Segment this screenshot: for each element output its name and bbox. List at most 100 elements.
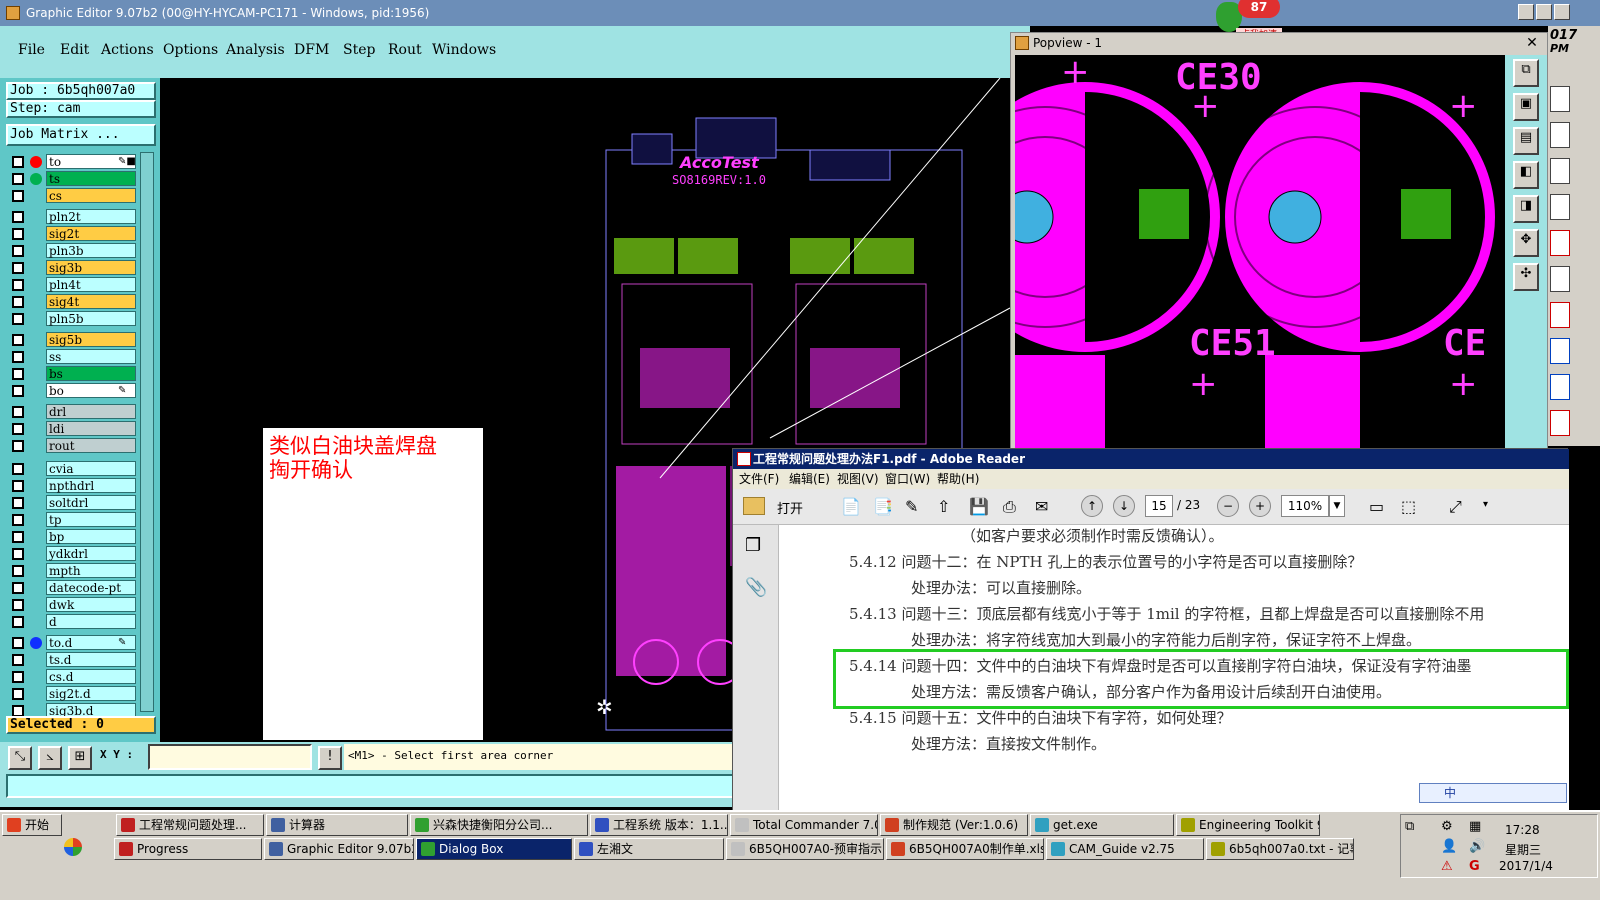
edge-tool-4[interactable] (1550, 194, 1570, 220)
taskbar-button-row2-3[interactable]: 左湘文 (574, 838, 724, 860)
export-icon[interactable]: 📑 (873, 497, 893, 516)
attachment-icon[interactable]: 📎 (745, 577, 767, 598)
document-area[interactable]: （如客户要求必须制作时需反馈确认）。 5.4.12 问题十二：在 NPTH 孔上… (779, 525, 1569, 811)
layer-row-drl[interactable]: drl (10, 404, 136, 420)
pop-tool-7[interactable]: ✣ (1513, 263, 1539, 291)
pop-tool-5[interactable]: ◨ (1513, 195, 1539, 223)
taskbar-button-row2-1[interactable]: Graphic Editor 9.07b2 (0... (264, 838, 414, 860)
print-icon[interactable]: ⎙ (1003, 497, 1016, 517)
layer-checkbox[interactable] (12, 406, 24, 418)
layer-checkbox[interactable] (12, 688, 24, 700)
layer-row-d[interactable]: d (10, 614, 136, 630)
layer-row-bs[interactable]: bs (10, 366, 136, 382)
layer-row-datecode-pt[interactable]: datecode-pt (10, 580, 136, 596)
reader-menu-view[interactable]: 视图(V) (837, 469, 879, 489)
taskbar-button-row2-2[interactable]: Dialog Box (416, 838, 572, 860)
layer-row-rout[interactable]: rout (10, 438, 136, 454)
menu-analysis[interactable]: Analysis (226, 42, 285, 58)
taskbar-button-row2-7[interactable]: 6b5qh007a0.txt - 记事本 (1206, 838, 1354, 860)
job-matrix-button[interactable]: Job Matrix ... (6, 124, 156, 146)
taskbar-button-row1-5[interactable]: 制作规范 (Ver:1.0.6) (880, 814, 1028, 836)
grid-button[interactable]: ⊞ (68, 746, 92, 770)
close-button[interactable] (1554, 4, 1570, 20)
layer-checkbox[interactable] (12, 385, 24, 397)
layer-checkbox[interactable] (12, 654, 24, 666)
maximize-button[interactable] (1536, 4, 1552, 20)
layer-checkbox[interactable] (12, 565, 24, 577)
create-pdf-icon[interactable]: 📄 (841, 497, 861, 516)
fit-width-icon[interactable]: ⬚ (1401, 497, 1416, 516)
edge-tool-9[interactable] (1550, 374, 1570, 400)
taskbar-button-row1-7[interactable]: Engineering Toolkit 9.0... (1176, 814, 1320, 836)
menu-edit[interactable]: Edit (60, 42, 89, 58)
layer-row-sig2t[interactable]: sig2t (10, 226, 136, 242)
layer-checkbox[interactable] (12, 279, 24, 291)
minimize-button[interactable] (1518, 4, 1534, 20)
ime-toolbar[interactable]: 中 (1419, 783, 1567, 803)
layer-checkbox[interactable] (12, 531, 24, 543)
layer-checkbox[interactable] (12, 497, 24, 509)
folder-icon[interactable] (743, 497, 765, 515)
layer-row-ts-d[interactable]: ts.d (10, 652, 136, 668)
layer-checkbox[interactable] (12, 599, 24, 611)
layer-row-tp[interactable]: tp (10, 512, 136, 528)
menu-step[interactable]: Step (343, 42, 375, 58)
tray-icon-2[interactable]: ⚙ (1441, 819, 1453, 834)
layer-row-mpth[interactable]: mpth (10, 563, 136, 579)
pop-tool-3[interactable]: ▤ (1513, 127, 1539, 155)
layer-checkbox[interactable] (12, 211, 24, 223)
layer-checkbox[interactable] (12, 463, 24, 475)
fit-page-icon[interactable]: ▭ (1369, 497, 1384, 516)
menu-rout[interactable]: Rout (388, 42, 422, 58)
page-number-input[interactable]: 15 (1145, 495, 1173, 517)
next-page-button[interactable]: ↓ (1113, 495, 1135, 517)
layer-checkbox[interactable] (12, 351, 24, 363)
pop-tool-1[interactable]: ⧉ (1513, 59, 1539, 87)
layer-checkbox[interactable] (12, 368, 24, 380)
more-tools-icon[interactable]: ▾ (1483, 499, 1488, 510)
menu-options[interactable]: Options (163, 42, 218, 58)
layer-row-ldi[interactable]: ldi (10, 421, 136, 437)
edge-tool-8[interactable] (1550, 338, 1570, 364)
open-button[interactable]: 打开 (777, 498, 803, 517)
edge-tool-5[interactable] (1550, 230, 1570, 256)
layer-checkbox[interactable] (12, 228, 24, 240)
layer-row-sig5b[interactable]: sig5b (10, 332, 136, 348)
layer-row-cvia[interactable]: cvia (10, 461, 136, 477)
clock-time[interactable]: 17:28 (1505, 823, 1540, 837)
layer-checkbox[interactable] (12, 296, 24, 308)
tray-warning-icon[interactable]: ⚠ (1441, 859, 1453, 874)
info-button[interactable]: ! (318, 746, 342, 770)
zoom-dropdown-chevron-down-icon[interactable]: ▼ (1329, 495, 1345, 517)
layer-checkbox[interactable] (12, 480, 24, 492)
taskbar-button-row1-0[interactable]: 工程常规问题处理... (116, 814, 264, 836)
menu-actions[interactable]: Actions (101, 42, 154, 58)
layer-row-to[interactable]: to ✎■ (10, 154, 136, 170)
layer-row-soltdrl[interactable]: soltdrl (10, 495, 136, 511)
menu-dfm[interactable]: DFM (294, 42, 329, 58)
layer-row-ydkdrl[interactable]: ydkdrl (10, 546, 136, 562)
layer-row-ts[interactable]: ts (10, 171, 136, 187)
fullscreen-icon[interactable]: ⤢ (1449, 497, 1462, 517)
edge-tool-1[interactable] (1550, 86, 1570, 112)
menu-windows[interactable]: Windows (432, 42, 496, 58)
layer-checkbox[interactable] (12, 616, 24, 628)
layer-row-npthdrl[interactable]: npthdrl (10, 478, 136, 494)
layer-checkbox[interactable] (12, 173, 24, 185)
layer-checkbox[interactable] (12, 514, 24, 526)
layer-checkbox[interactable] (12, 334, 24, 346)
layer-checkbox[interactable] (12, 423, 24, 435)
pop-tool-4[interactable]: ◧ (1513, 161, 1539, 189)
save-icon[interactable]: 💾 (969, 497, 989, 516)
start-button[interactable]: 开始 (2, 814, 62, 836)
tray-icon-1[interactable]: ⧉ (1405, 819, 1414, 834)
taskbar-button-row1-6[interactable]: get.exe (1030, 814, 1174, 836)
taskbar-button-row1-1[interactable]: 计算器 (266, 814, 408, 836)
layer-checkbox[interactable] (12, 440, 24, 452)
xy-input[interactable] (148, 744, 312, 770)
zoom-in-button[interactable]: + (1249, 495, 1271, 517)
measure-button[interactable]: ⦣ (38, 746, 62, 770)
sign-icon[interactable]: ✎ (905, 497, 918, 516)
layer-row-pln4t[interactable]: pln4t (10, 277, 136, 293)
taskbar-button-row1-2[interactable]: 兴森快捷衡阳分公司... (410, 814, 588, 836)
